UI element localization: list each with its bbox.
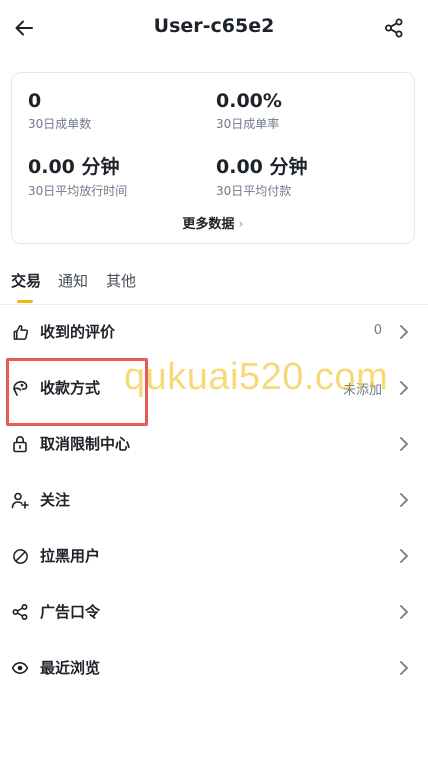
stats-card: 0 30日成单数 0.00% 30日成单率 0.00 分钟 30日平均放行时间 … bbox=[11, 72, 415, 244]
menu-label: 取消限制中心 bbox=[40, 435, 131, 453]
menu-label: 收到的评价 bbox=[40, 323, 116, 341]
page-title: User-c65e2 bbox=[153, 15, 275, 37]
menu-item-ad-code[interactable]: 广告口令 bbox=[0, 584, 428, 640]
stat-payment-time: 0.00 分钟 30日平均付款 bbox=[216, 152, 308, 199]
stat-value: 0.00 分钟 bbox=[216, 156, 308, 178]
menu-label: 最近浏览 bbox=[40, 659, 101, 677]
menu-label: 拉黑用户 bbox=[40, 547, 101, 565]
watermark-text: qukuai520.com bbox=[124, 356, 389, 398]
share-icon bbox=[383, 17, 405, 43]
menu-item-recently-viewed[interactable]: 最近浏览 bbox=[0, 640, 428, 696]
chevron-right-icon bbox=[398, 547, 410, 565]
chevron-right-icon bbox=[398, 435, 410, 453]
menu-item-blocked-users[interactable]: 拉黑用户 bbox=[0, 528, 428, 584]
stat-label: 30日成单数 bbox=[28, 117, 92, 131]
more-data-label: 更多数据 bbox=[182, 217, 235, 232]
stat-label: 30日成单率 bbox=[216, 117, 280, 131]
share-button[interactable] bbox=[380, 16, 408, 44]
stat-release-time: 0.00 分钟 30日平均放行时间 bbox=[28, 152, 127, 199]
chevron-right-icon: › bbox=[238, 217, 244, 232]
tab-notifications[interactable]: 通知 bbox=[58, 270, 88, 291]
lock-icon bbox=[11, 435, 29, 453]
user-add-icon bbox=[11, 491, 29, 509]
stat-label: 30日平均放行时间 bbox=[28, 184, 128, 198]
reviews-count: 0 bbox=[373, 323, 382, 338]
stat-label: 30日平均付款 bbox=[216, 184, 292, 198]
header: User-c65e2 bbox=[0, 0, 428, 60]
chevron-right-icon bbox=[398, 323, 410, 341]
chevron-right-icon bbox=[398, 659, 410, 677]
more-data-link[interactable]: 更多数据 › bbox=[12, 213, 414, 232]
stat-orders: 0 30日成单数 bbox=[28, 90, 91, 132]
block-icon bbox=[11, 547, 29, 565]
menu-label: 广告口令 bbox=[40, 603, 101, 621]
menu-item-follow[interactable]: 关注 bbox=[0, 472, 428, 528]
tab-bar: 交易 通知 其他 bbox=[0, 270, 428, 304]
stat-value: 0 bbox=[28, 90, 42, 112]
chevron-right-icon bbox=[398, 603, 410, 621]
active-tab-indicator bbox=[17, 300, 33, 303]
share-nodes-icon bbox=[11, 603, 29, 621]
chevron-right-icon bbox=[398, 379, 410, 397]
stat-completion-rate: 0.00% 30日成单率 bbox=[216, 90, 282, 132]
chevron-right-icon bbox=[398, 491, 410, 509]
thumbs-up-icon bbox=[11, 323, 29, 341]
menu-label: 关注 bbox=[40, 491, 71, 509]
tab-other[interactable]: 其他 bbox=[106, 270, 136, 291]
stat-value: 0.00% bbox=[216, 90, 282, 112]
tab-trade[interactable]: 交易 bbox=[11, 270, 41, 291]
eye-icon bbox=[11, 659, 29, 677]
stat-value: 0.00 分钟 bbox=[28, 156, 120, 178]
menu-item-reviews[interactable]: 收到的评价 0 bbox=[0, 304, 428, 360]
